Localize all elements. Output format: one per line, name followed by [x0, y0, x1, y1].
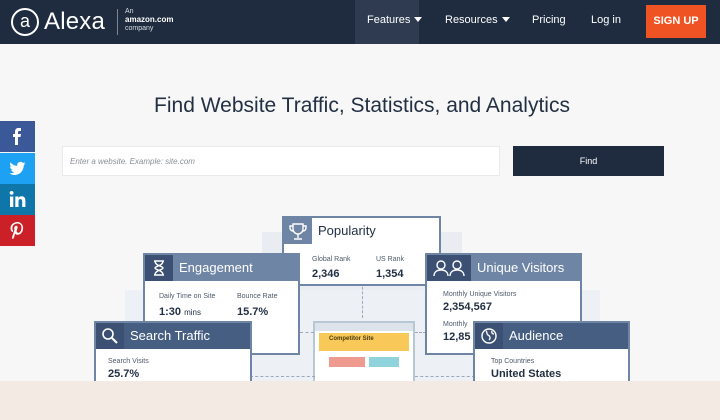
- top-navbar: a Alexa An amazon.com company Features R…: [0, 0, 720, 44]
- nav-features[interactable]: Features: [367, 14, 423, 26]
- popularity-title: Popularity: [318, 223, 376, 238]
- nav-resources-label: Resources: [445, 14, 498, 26]
- pinterest-share-button[interactable]: [0, 215, 35, 246]
- monthly-visitors-value: 2,354,567: [443, 301, 492, 313]
- website-search-field[interactable]: [62, 146, 500, 176]
- nav-login[interactable]: Log in: [591, 14, 621, 26]
- search-traffic-card: Search Traffic Search Visits 25.7%: [94, 321, 252, 383]
- time-on-site-unit: mins: [184, 308, 201, 317]
- website-search-input[interactable]: [63, 147, 499, 175]
- connector-line: [362, 282, 363, 318]
- nav-features-label: Features: [367, 14, 411, 26]
- competitor-block-2: [369, 357, 399, 367]
- top-countries-label: Top Countries: [491, 358, 535, 365]
- find-button[interactable]: Find: [513, 146, 664, 176]
- competitor-site-label: Competitor Site: [329, 336, 374, 342]
- facebook-icon: [13, 128, 21, 145]
- search-visits-label: Search Visits: [108, 358, 149, 365]
- alexa-logo-text[interactable]: Alexa: [44, 8, 105, 36]
- monthly-secondary-value: 12,85: [443, 331, 471, 343]
- popularity-card: Popularity Global Rank 2,346 US Rank 1,3…: [282, 216, 441, 286]
- amazon-line-2: amazon.com: [125, 15, 174, 24]
- hourglass-icon: [145, 255, 173, 281]
- competitor-site-window: Competitor Site: [313, 321, 415, 383]
- global-rank-label: Global Rank: [312, 256, 351, 263]
- signup-button[interactable]: SIGN UP: [646, 5, 706, 38]
- trophy-icon: [284, 218, 312, 244]
- audience-geography-card: Audience Geography Top Countries United …: [473, 321, 630, 383]
- page-title: Find Website Traffic, Statistics, and An…: [154, 94, 570, 117]
- top-countries-value: United States: [491, 368, 562, 380]
- twitter-share-button[interactable]: [0, 153, 35, 184]
- time-on-site-label: Daily Time on Site: [159, 293, 216, 300]
- us-rank-value: 1,354: [376, 268, 404, 280]
- monthly-visitors-label: Monthly Unique Visitors: [443, 291, 517, 298]
- competitor-block-1: [329, 357, 365, 367]
- facebook-share-button[interactable]: [0, 121, 35, 152]
- connector-line: [300, 332, 314, 333]
- magnifier-icon: [96, 323, 124, 349]
- competitor-site-banner: Competitor Site: [319, 333, 409, 351]
- engagement-title: Engagement: [179, 260, 253, 275]
- time-on-site-value: 1:30 mins: [159, 306, 201, 318]
- competitor-window-bar: [315, 323, 413, 331]
- chevron-down-icon: [414, 17, 423, 22]
- us-rank-label: US Rank: [376, 256, 405, 263]
- connector-line: [250, 376, 315, 377]
- monthly-secondary-label: Monthly: [443, 321, 468, 328]
- nav-resources[interactable]: Resources: [445, 14, 510, 26]
- linkedin-icon: [9, 191, 26, 207]
- unique-visitors-title: Unique Visitors: [477, 260, 565, 275]
- amazon-line-3: company: [125, 25, 154, 32]
- linkedin-share-button[interactable]: [0, 184, 35, 215]
- users-icon: [427, 255, 471, 281]
- global-rank-value: 2,346: [312, 268, 340, 280]
- bounce-rate-label: Bounce Rate: [237, 293, 278, 300]
- twitter-icon: [9, 161, 26, 175]
- logo-divider: [117, 9, 118, 35]
- connector-line: [415, 376, 475, 377]
- bounce-rate-value: 15.7%: [237, 306, 269, 318]
- alexa-logo-icon[interactable]: a: [11, 8, 39, 36]
- time-on-site-number: 1:30: [159, 306, 182, 318]
- globe-icon: [475, 323, 503, 349]
- pinterest-icon: [10, 222, 24, 239]
- search-traffic-title: Search Traffic: [130, 328, 210, 343]
- chevron-down-icon: [501, 17, 510, 22]
- search-visits-value: 25.7%: [108, 368, 140, 380]
- bottom-strip: [0, 381, 720, 420]
- amazon-company-tag: An amazon.com company: [125, 8, 173, 33]
- nav-pricing[interactable]: Pricing: [532, 14, 566, 26]
